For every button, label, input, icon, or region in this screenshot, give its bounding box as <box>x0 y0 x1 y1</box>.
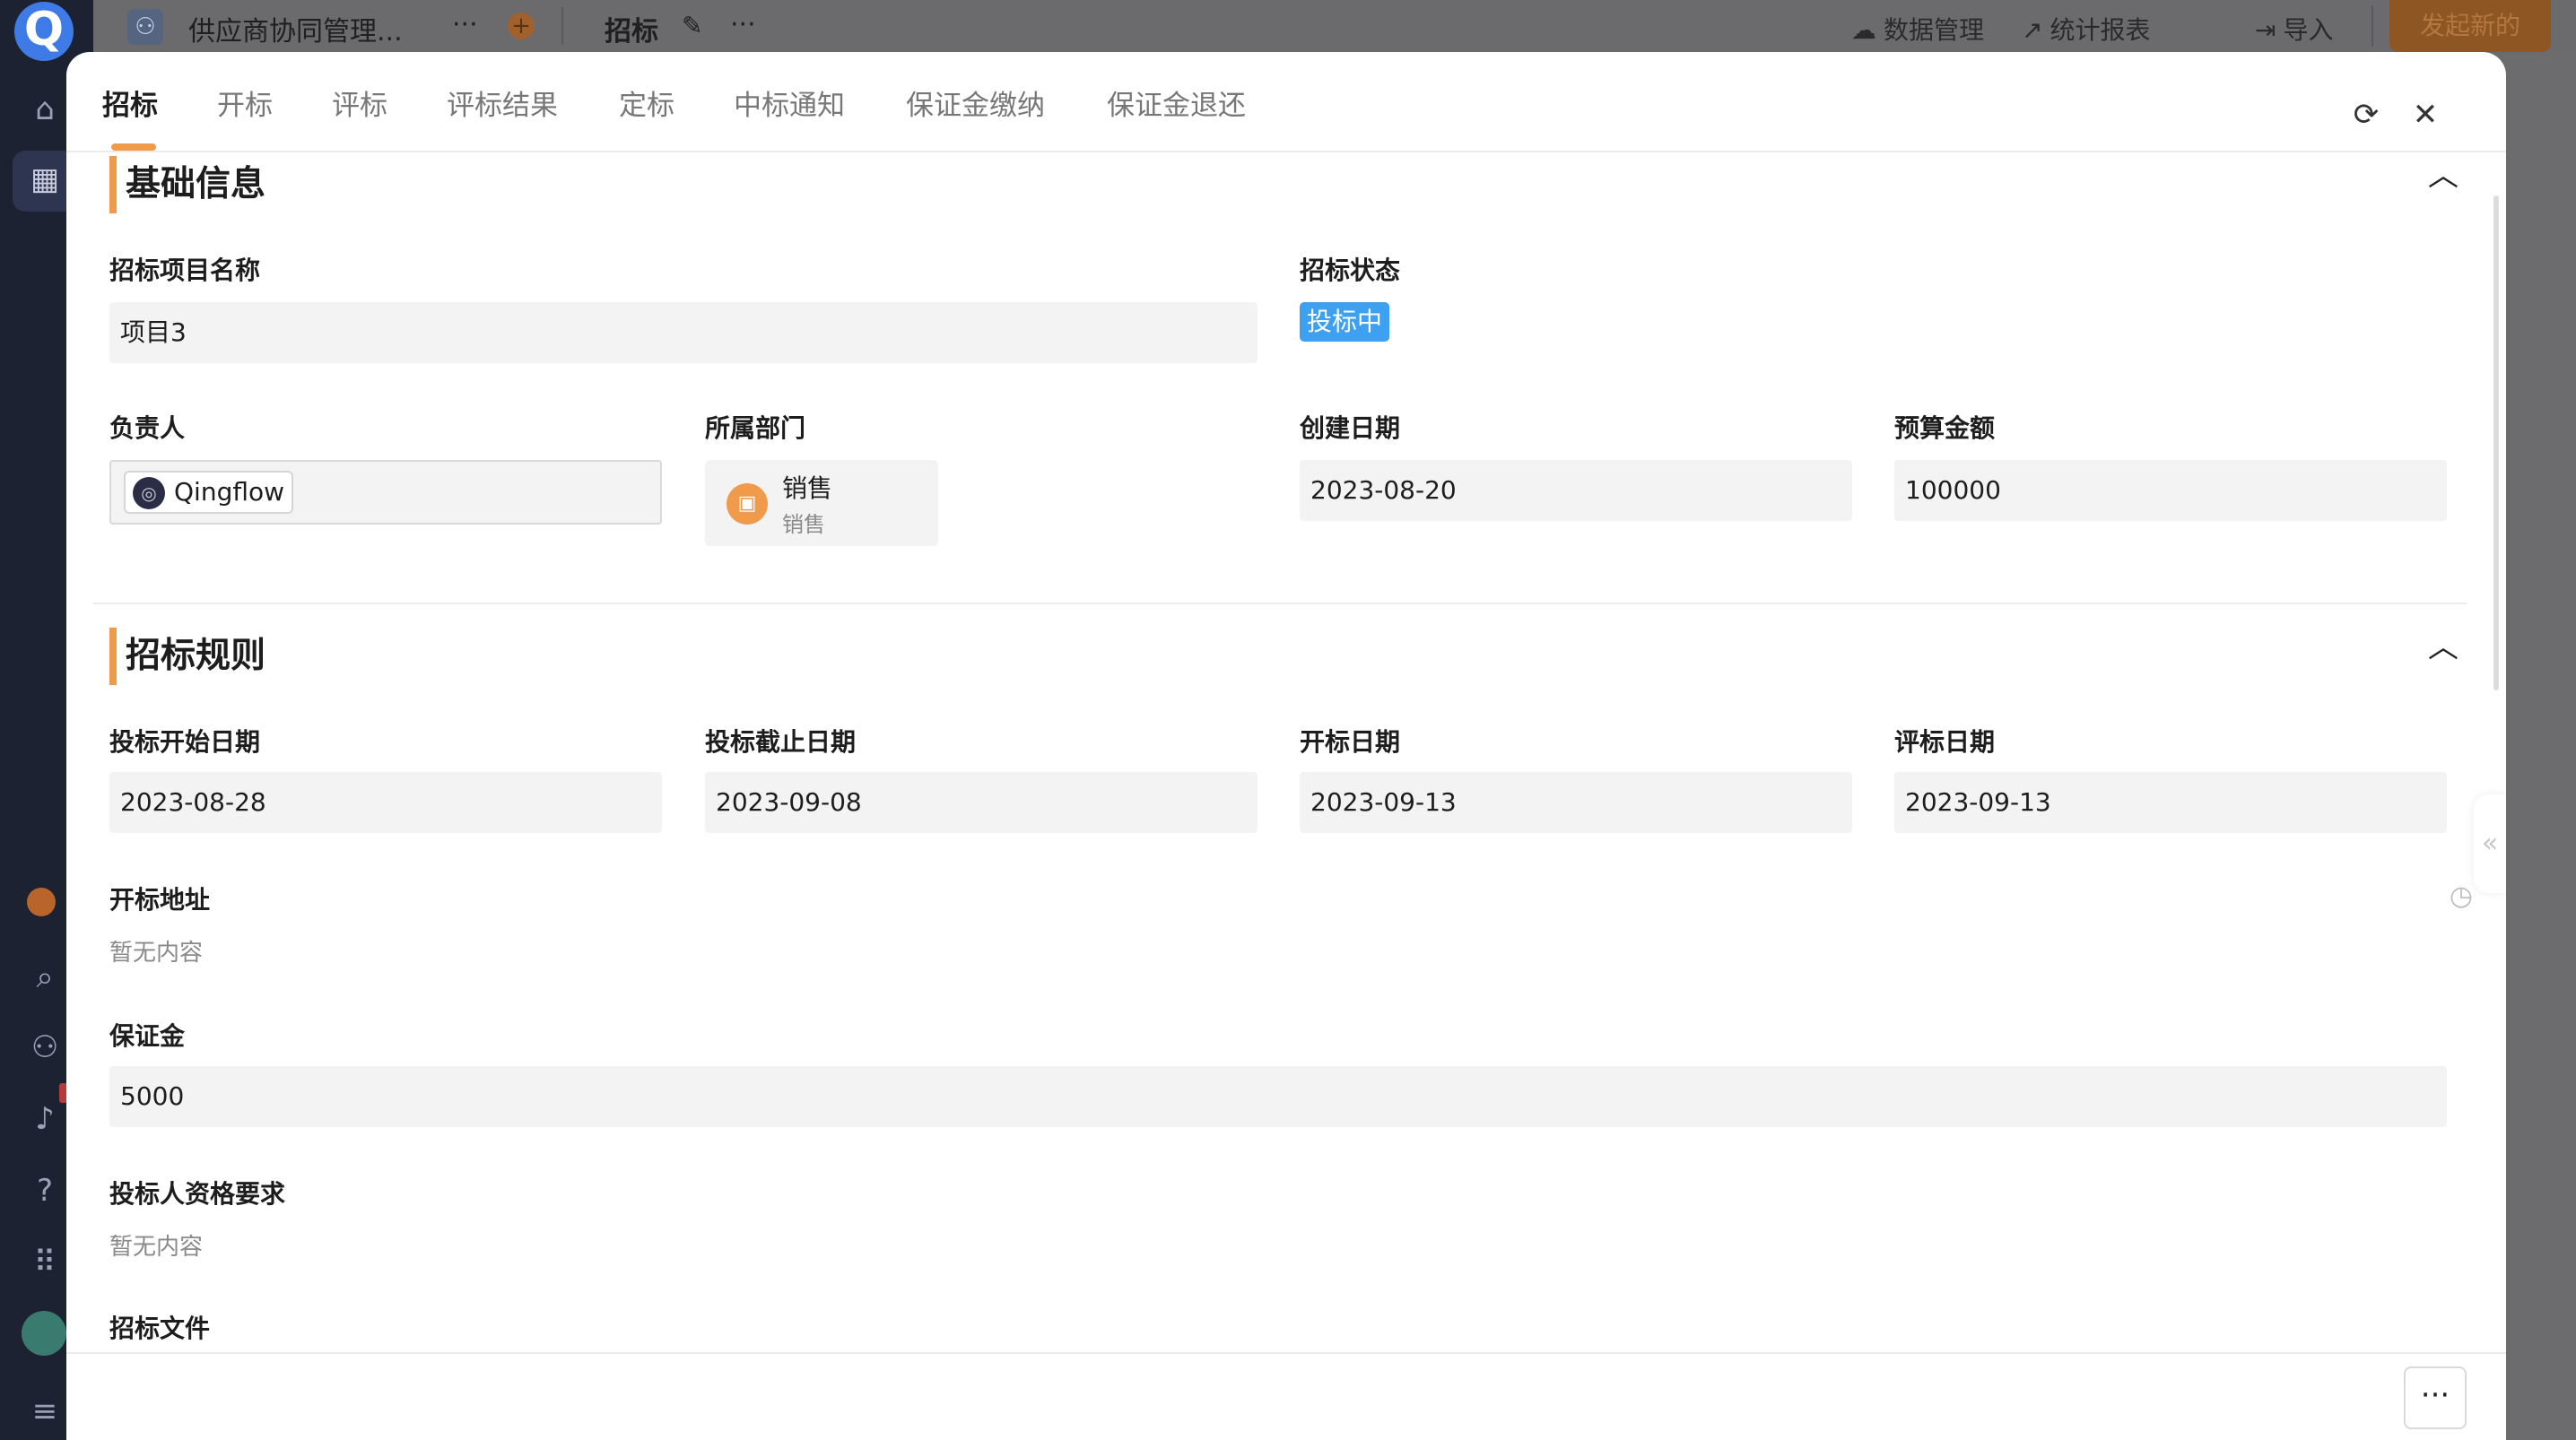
active-tab-indicator <box>111 143 156 151</box>
user-avatar[interactable] <box>22 1311 66 1356</box>
page-more-button[interactable]: ··· <box>730 9 756 40</box>
tab-award-notice[interactable]: 中标通知 <box>734 82 845 123</box>
page-title[interactable]: 招标 <box>605 9 658 48</box>
department-field: ▣ 销售 销售 <box>705 460 938 546</box>
scrollbar[interactable] <box>2493 195 2499 690</box>
bid-end-label: 投标截止日期 <box>705 727 857 757</box>
tab-bid-opening[interactable]: 开标 <box>217 82 273 123</box>
eval-date-label: 评标日期 <box>1894 727 1996 757</box>
app-more-button[interactable]: ··· <box>452 9 478 40</box>
chevron-up-icon[interactable]: ︿ <box>2425 629 2461 665</box>
owner-field: ◎ Qingflow <box>109 460 662 525</box>
qualification-empty: 暂无内容 <box>109 1234 204 1261</box>
stats-report-button[interactable]: ↗ 统计报表 <box>2022 11 2150 47</box>
open-address-empty: 暂无内容 <box>109 940 204 967</box>
project-name-field: 项目3 <box>109 302 1258 363</box>
help-icon[interactable]: ? <box>27 1173 63 1209</box>
settings-wrench-icon[interactable]: ✎ <box>682 11 702 40</box>
divider <box>561 7 563 45</box>
bid-start-label: 投标开始日期 <box>109 727 261 757</box>
budget-field: 100000 <box>1894 460 2447 521</box>
start-new-button[interactable]: 发起新的 <box>2389 0 2551 52</box>
department-path: 销售 <box>782 512 825 537</box>
apps-menu-icon[interactable]: ⠿ <box>27 1245 63 1280</box>
stats-report-label: 统计报表 <box>2049 15 2151 45</box>
team-icon: ⚇ <box>127 9 163 45</box>
app-topbar: ⚇ 供应商协同管理... ··· + 招标 ✎ ··· ☁ 数据管理 ↗ 统计报表 … <box>93 0 2576 52</box>
divider <box>2371 5 2373 47</box>
section-title-rules: 招标规则 <box>109 628 265 685</box>
expand-sidebar-icon[interactable]: ≡ <box>27 1393 63 1429</box>
import-button[interactable]: ⇥ 导入 <box>2255 11 2333 47</box>
add-page-button[interactable]: + <box>508 13 535 39</box>
qualification-label: 投标人资格要求 <box>109 1179 286 1209</box>
app-logo[interactable]: Q <box>14 2 74 61</box>
import-label: 导入 <box>2283 15 2334 45</box>
bell-icon[interactable]: ♪ <box>27 1101 63 1137</box>
data-management-button[interactable]: ☁ 数据管理 <box>1851 11 1984 47</box>
contacts-icon[interactable]: ⚇ <box>27 1029 63 1065</box>
history-clock-icon[interactable]: ◷ <box>2445 880 2477 913</box>
cloud-icon: ☁ <box>1851 15 1876 45</box>
tab-award[interactable]: 定标 <box>619 82 674 123</box>
created-date-field: 2023-08-20 <box>1300 460 1852 521</box>
department-icon: ▣ <box>727 483 768 525</box>
department-label: 所属部门 <box>705 413 806 443</box>
owner-chip[interactable]: ◎ Qingflow <box>124 471 294 514</box>
budget-label: 预算金额 <box>1894 413 1996 443</box>
bid-end-field: 2023-09-08 <box>705 772 1258 833</box>
open-address-label: 开标地址 <box>109 885 211 915</box>
home-icon[interactable]: ⌂ <box>27 91 63 127</box>
add-icon[interactable] <box>27 888 56 916</box>
deposit-field: 5000 <box>109 1066 2447 1127</box>
owner-label: 负责人 <box>109 413 186 443</box>
tab-evaluation[interactable]: 评标 <box>332 82 387 123</box>
more-actions-button[interactable]: ··· <box>2404 1366 2467 1429</box>
open-date-field: 2023-09-13 <box>1300 772 1852 833</box>
bid-files-label: 招标文件 <box>109 1314 211 1343</box>
import-icon: ⇥ <box>2255 15 2276 45</box>
close-icon[interactable]: ✕ <box>2407 97 2443 133</box>
section-title-basic: 基础信息 <box>109 156 265 213</box>
department-name: 销售 <box>782 473 833 503</box>
tab-deposit-refund[interactable]: 保证金退还 <box>1107 82 1246 123</box>
chart-icon: ↗ <box>2022 15 2043 45</box>
deposit-label: 保证金 <box>109 1021 186 1051</box>
tab-bidding[interactable]: 招标 <box>102 82 158 123</box>
apps-grid-icon[interactable]: ▦ <box>27 161 63 197</box>
record-detail-modal: 招标 开标 评标 评标结果 定标 中标通知 保证金缴纳 保证金退还 ⟳ ✕ « … <box>66 52 2506 1440</box>
app-title[interactable]: 供应商协同管理... <box>188 9 403 48</box>
tab-deposit-payment[interactable]: 保证金缴纳 <box>906 82 1045 123</box>
modal-footer: ··· <box>66 1352 2506 1440</box>
tab-bar: 招标 开标 评标 评标结果 定标 中标通知 保证金缴纳 保证金退还 ⟳ ✕ <box>66 52 2506 152</box>
status-badge: 投标中 <box>1300 302 1390 342</box>
eval-date-field: 2023-09-13 <box>1894 772 2447 833</box>
data-management-label: 数据管理 <box>1884 15 1985 45</box>
owner-name: Qingflow <box>174 477 285 507</box>
open-date-label: 开标日期 <box>1300 727 1401 757</box>
bid-start-field: 2023-08-28 <box>109 772 662 833</box>
section-divider <box>93 603 2467 604</box>
chevron-up-icon[interactable]: ︿ <box>2425 158 2461 194</box>
collapse-panel-handle[interactable]: « <box>2474 794 2506 893</box>
owner-avatar-icon: ◎ <box>133 477 165 509</box>
refresh-icon[interactable]: ⟳ <box>2348 97 2384 133</box>
status-label: 招标状态 <box>1300 256 1401 285</box>
tab-evaluation-result[interactable]: 评标结果 <box>447 82 558 123</box>
created-date-label: 创建日期 <box>1300 413 1401 443</box>
project-name-label: 招标项目名称 <box>109 256 261 285</box>
search-icon[interactable]: ⌕ <box>27 959 63 995</box>
